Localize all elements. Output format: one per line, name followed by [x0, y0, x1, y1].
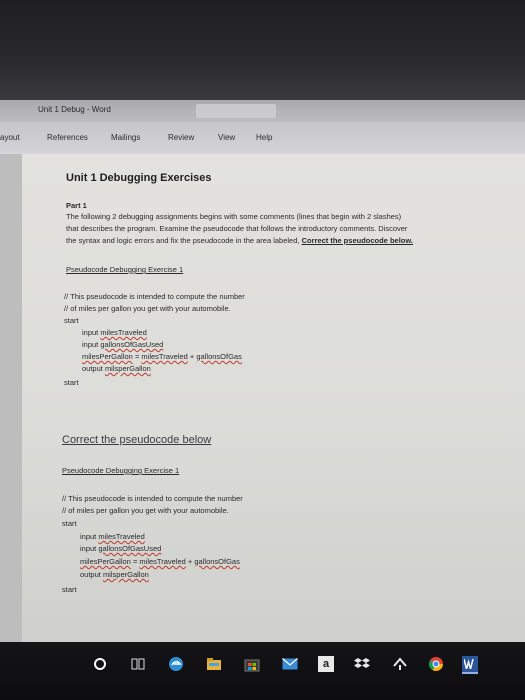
task-view-icon[interactable] — [130, 656, 146, 672]
intro-text-line2: that describes the program. Examine the … — [66, 224, 408, 233]
part-label: Part 1 — [66, 201, 87, 210]
chrome-icon[interactable] — [428, 656, 444, 672]
intro-text-line1: The following 2 debugging assignments be… — [66, 212, 402, 221]
tab-review[interactable]: Review — [168, 133, 194, 142]
intro-text-line3: the syntax and logic errors and fix the … — [66, 236, 413, 245]
code2-comment2: // of miles per gallon you get with your… — [62, 506, 229, 515]
mail-icon[interactable] — [282, 656, 298, 672]
correct-pseudocode-reference: Correct the pseudocode below. — [301, 236, 413, 245]
code1-line4: output milsperGallon — [82, 364, 151, 373]
code1-line2: input gallonsOfGasUsed — [82, 340, 163, 349]
exercise-heading-1: Pseudocode Debugging Exercise 1 — [66, 265, 184, 274]
code1-line3: milesPerGallon = milesTraveled + gallons… — [82, 352, 242, 361]
code1-line3-var-a: milesPerGallon — [82, 352, 133, 361]
code2-line4-variable: milsperGallon — [102, 570, 149, 579]
code2-line1: input milesTraveled — [80, 532, 145, 541]
amazon-icon[interactable]: a — [318, 656, 334, 672]
code2-line2-variable: gallonsOfGasUsed — [98, 544, 162, 553]
tab-references[interactable]: References — [47, 133, 88, 142]
code1-line3-var-c: gallonsOfGas — [196, 352, 242, 361]
file-explorer-icon[interactable] — [206, 656, 222, 672]
code1-line3-var-b: milesTraveled — [141, 352, 188, 361]
code2-start: start — [62, 519, 77, 528]
taskbar — [0, 642, 525, 700]
window-title: Unit 1 Debug - Word — [38, 105, 111, 114]
document-title: Unit 1 Debugging Exercises — [66, 172, 212, 184]
code1-end: start — [64, 378, 79, 387]
edge-icon[interactable] — [168, 656, 184, 672]
monitor-bezel — [0, 0, 525, 100]
app-icon[interactable] — [392, 656, 408, 672]
code1-line2-variable: gallonsOfGasUsed — [100, 340, 164, 349]
code1-line1-variable: milesTraveled — [100, 328, 147, 337]
code1-line1-keyword: input — [82, 328, 101, 337]
code2-line2: input gallonsOfGasUsed — [80, 544, 161, 553]
code2-comment1: // This pseudocode is intended to comput… — [62, 494, 243, 503]
dropbox-icon[interactable] — [354, 656, 370, 672]
code1-line2-keyword: input — [82, 340, 101, 349]
document-margin — [0, 154, 22, 642]
code1-line1: input milesTraveled — [82, 328, 147, 337]
code2-end: start — [62, 585, 77, 594]
code2-line3-var-a: milesPerGallon — [80, 557, 131, 566]
word-icon[interactable] — [462, 656, 478, 674]
code2-line1-keyword: input — [80, 532, 99, 541]
tab-layout[interactable]: ayout — [0, 133, 20, 142]
correct-pseudocode-heading: Correct the pseudocode below — [62, 434, 212, 446]
store-icon[interactable] — [244, 656, 260, 672]
tab-help[interactable]: Help — [256, 133, 272, 142]
code2-line2-keyword: input — [80, 544, 99, 553]
tab-view[interactable]: View — [218, 133, 235, 142]
tab-mailings[interactable]: Mailings — [111, 133, 140, 142]
code2-line3-var-c: gallonsOfGas — [194, 557, 240, 566]
code1-line4-variable: milsperGallon — [104, 364, 151, 373]
intro-text-line3-pre: the syntax and logic errors and fix the … — [66, 236, 300, 245]
code1-line4-keyword: output — [82, 364, 105, 373]
cortana-icon[interactable] — [92, 656, 108, 672]
code1-comment2: // of miles per gallon you get with your… — [64, 304, 231, 313]
exercise-heading-2: Pseudocode Debugging Exercise 1 — [62, 466, 180, 475]
code1-start: start — [64, 316, 79, 325]
code2-line3: milesPerGallon = milesTraveled + gallons… — [80, 557, 240, 566]
code2-line4: output milsperGallon — [80, 570, 149, 579]
code2-line1-variable: milesTraveled — [98, 532, 145, 541]
amazon-icon-glyph: a — [322, 658, 330, 670]
code1-comment1: // This pseudocode is intended to comput… — [64, 292, 245, 301]
code2-line4-keyword: output — [80, 570, 103, 579]
search-box[interactable] — [196, 104, 276, 118]
ribbon-tabs: ayout References Mailings Review View He… — [0, 122, 525, 155]
code2-line3-var-b: milesTraveled — [139, 557, 186, 566]
